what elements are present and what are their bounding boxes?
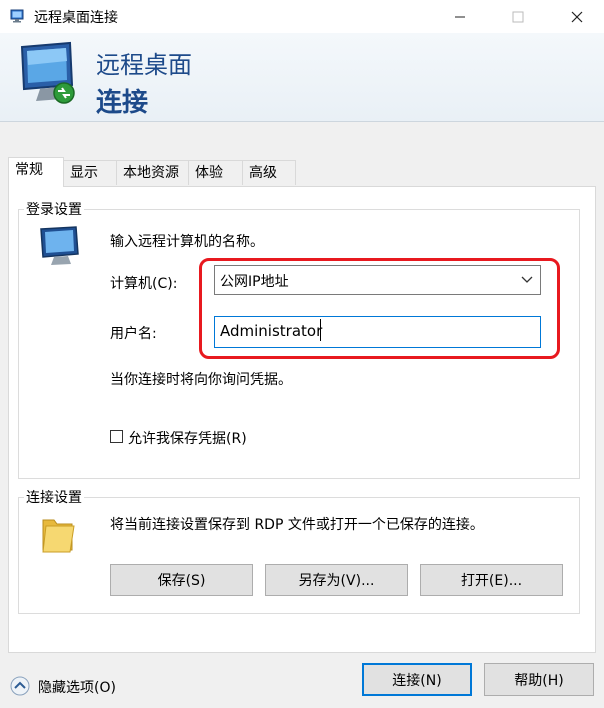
hide-options-link[interactable]: 隐藏选项(O) — [38, 677, 116, 697]
login-settings-title: 登录设置 — [24, 199, 84, 219]
tab-local-resources[interactable]: 本地资源 — [116, 160, 189, 185]
remote-desktop-monitor-icon — [18, 41, 80, 111]
computer-monitor-icon — [38, 226, 84, 270]
header-banner: 远程桌面 连接 — [0, 33, 604, 122]
tab-experience[interactable]: 体验 — [188, 160, 243, 185]
remote-desktop-app-icon — [10, 8, 26, 28]
maximize-button[interactable] — [495, 0, 541, 33]
connection-settings-title: 连接设置 — [24, 487, 84, 507]
tab-advanced[interactable]: 高级 — [242, 160, 296, 185]
save-credentials-checkbox[interactable] — [110, 430, 123, 443]
minimize-button[interactable] — [437, 0, 483, 33]
banner-title-line2: 连接 — [96, 88, 149, 118]
save-credentials-label[interactable]: 允许我保存凭据(R) — [128, 428, 247, 448]
computer-label: 计算机(C): — [110, 276, 178, 292]
tab-display[interactable]: 显示 — [63, 160, 117, 185]
connection-description: 将当前连接设置保存到 RDP 文件或打开一个已保存的连接。 — [110, 517, 484, 533]
tab-general[interactable]: 常规 — [8, 157, 64, 187]
title-bar: 远程桌面连接 — [0, 0, 604, 33]
username-label: 用户名: — [110, 326, 157, 342]
save-button[interactable]: 保存(S) — [110, 564, 253, 596]
banner-title-line1: 远程桌面 — [96, 51, 192, 79]
save-as-button[interactable]: 另存为(V)... — [265, 564, 408, 596]
open-button[interactable]: 打开(E)... — [420, 564, 563, 596]
help-button[interactable]: 帮助(H) — [484, 663, 594, 696]
window-title: 远程桌面连接 — [34, 10, 118, 26]
folder-icon — [40, 514, 76, 558]
connect-button[interactable]: 连接(N) — [362, 663, 472, 696]
login-prompt-text: 输入远程计算机的名称。 — [110, 234, 264, 250]
close-button[interactable] — [554, 0, 600, 33]
red-highlight-annotation — [199, 258, 560, 359]
collapse-up-icon[interactable] — [10, 676, 30, 700]
credential-note: 当你连接时将向你询问凭据。 — [110, 372, 292, 388]
